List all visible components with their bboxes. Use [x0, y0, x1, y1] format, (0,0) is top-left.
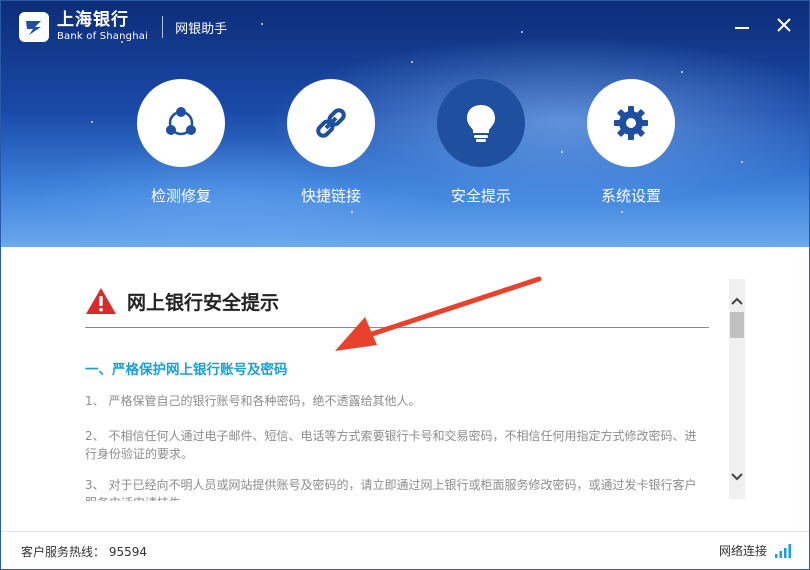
notice-title: 网上银行安全提示 [85, 287, 279, 315]
scroll-thumb[interactable] [730, 312, 744, 338]
minimize-icon [735, 27, 749, 29]
content-area: 网上银行安全提示 一、严格保护网上银行账号及密码 1、 严格保管自己的银行账号和… [1, 247, 809, 531]
warning-icon [86, 288, 116, 314]
header-banner: 上海银行 Bank of Shanghai 网银助手 检测修复 快捷链接 安全提… [1, 1, 809, 247]
nav-detect-repair[interactable]: 检测修复 [136, 79, 226, 206]
signal-bars-icon [775, 543, 791, 558]
minimize-button[interactable] [730, 13, 754, 37]
tip-paragraph: 2、 不相信任何人通过电子邮件、短信、电话等方式索要银行卡号和交易密码，不相信任… [85, 429, 697, 461]
logo-english-name: Bank of Shanghai [57, 31, 149, 42]
close-button[interactable] [772, 13, 796, 37]
nav-system-settings[interactable]: 系统设置 [586, 79, 676, 206]
security-notice-article: 网上银行安全提示 一、严格保护网上银行账号及密码 1、 严格保管自己的银行账号和… [85, 247, 711, 501]
nav-label: 检测修复 [150, 187, 211, 205]
app-window: 上海银行 Bank of Shanghai 网银助手 检测修复 快捷链接 安全提… [0, 0, 810, 570]
section-heading: 一、严格保护网上银行账号及密码 [85, 362, 288, 378]
gear-icon [614, 106, 648, 140]
link-icon [316, 108, 346, 138]
nav-label: 快捷链接 [300, 187, 361, 205]
close-icon [777, 18, 791, 32]
logo-chinese-name: 上海银行 [57, 10, 129, 30]
nav-security-tips[interactable]: 安全提示 [436, 79, 526, 206]
nav-label: 系统设置 [600, 187, 661, 205]
tip-paragraph: 1、 严格保管自己的银行账号和各种密码，绝不透露给其他人。 [85, 394, 421, 408]
network-status-label: 网络连接 [718, 544, 767, 558]
chevron-down-icon [731, 473, 743, 481]
bank-logo: 上海银行 Bank of Shanghai 网银助手 [19, 12, 227, 42]
notice-title-text: 网上银行安全提示 [127, 291, 280, 314]
share-nodes-icon [166, 107, 196, 136]
nav-label: 安全提示 [450, 187, 511, 205]
vertical-scrollbar[interactable] [729, 279, 745, 499]
logo-divider [162, 16, 164, 38]
service-hotline: 客户服务热线： 95594 [21, 545, 147, 559]
title-divider [85, 327, 709, 328]
chevron-up-icon [731, 297, 743, 305]
status-bar: 客户服务热线： 95594 网络连接 [1, 531, 809, 569]
lightbulb-icon [467, 105, 495, 142]
bank-logo-icon [19, 12, 49, 42]
app-subtitle: 网银助手 [175, 21, 228, 37]
tip-paragraph: 3、 对于已经向不明人员或网站提供账号及密码的，请立即通过网上银行或柜面服务修改… [85, 478, 697, 501]
scroll-up-button[interactable] [729, 293, 745, 309]
nav-quick-links[interactable]: 快捷链接 [286, 79, 376, 206]
network-status[interactable]: 网络连接 [719, 542, 791, 559]
scroll-down-button[interactable] [729, 469, 745, 485]
